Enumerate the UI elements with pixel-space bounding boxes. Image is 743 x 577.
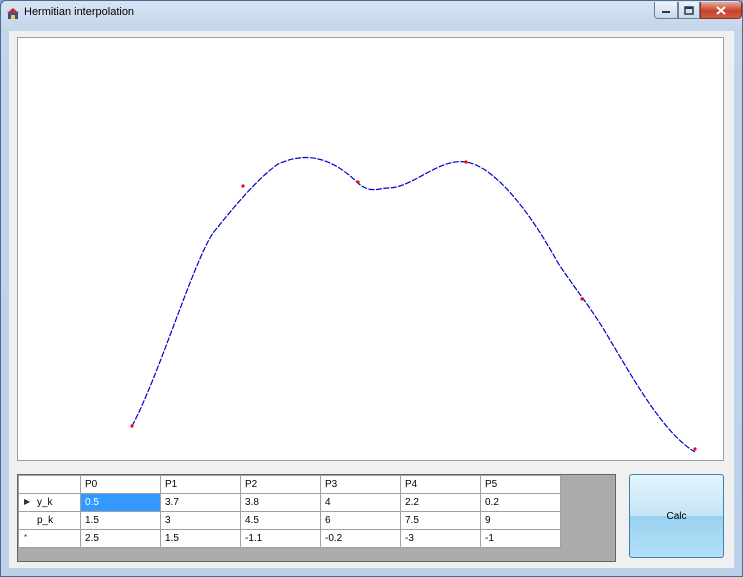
table-cell[interactable]: 6 — [320, 511, 401, 530]
column-header[interactable]: P1 — [160, 475, 241, 494]
table-row: p_k 1.5 3 4.5 6 7.5 9 — [18, 511, 561, 530]
column-header[interactable]: P0 — [80, 475, 161, 494]
corner-header — [18, 475, 81, 494]
column-header[interactable]: P2 — [240, 475, 321, 494]
table-cell[interactable]: 1.5 — [80, 511, 161, 530]
maximize-icon — [684, 5, 694, 15]
table-cell[interactable]: 3 — [160, 511, 241, 530]
plot-area — [17, 37, 724, 461]
column-header[interactable]: P5 — [480, 475, 561, 494]
window-title: Hermitian interpolation — [24, 6, 135, 18]
control-point — [693, 447, 697, 451]
table-cell[interactable]: 4.5 — [240, 511, 321, 530]
maximize-button[interactable] — [678, 2, 700, 19]
main-window: Hermitian interpolation P0 P1 P2 P3 P4 P… — [0, 0, 743, 577]
control-point — [241, 184, 245, 188]
column-header[interactable]: P4 — [400, 475, 481, 494]
table-cell[interactable]: -1.1 — [240, 529, 321, 548]
table-cell[interactable]: 0.5 — [80, 493, 161, 512]
control-point — [464, 160, 468, 164]
close-button[interactable] — [700, 2, 742, 19]
control-point — [130, 424, 134, 428]
calc-button[interactable]: Calc — [629, 474, 724, 558]
header-row: P0 P1 P2 P3 P4 P5 — [18, 475, 561, 494]
table-cell[interactable]: 1.5 — [160, 529, 241, 548]
control-point — [356, 180, 360, 184]
client-area: P0 P1 P2 P3 P4 P5 ▶ y_k 0.5 3.7 3.8 4 2.… — [9, 31, 734, 568]
row-header[interactable]: * — [18, 529, 81, 548]
app-icon — [7, 8, 19, 19]
new-row-asterisk-icon: * — [24, 533, 28, 542]
table-cell[interactable]: -3 — [400, 529, 481, 548]
control-point — [580, 297, 584, 301]
table-cell[interactable]: 0.2 — [480, 493, 561, 512]
table-cell[interactable]: 2.5 — [80, 529, 161, 548]
table-cell[interactable]: 9 — [480, 511, 561, 530]
row-label: y_k — [37, 497, 53, 508]
interpolation-curve-plot — [130, 156, 697, 453]
table-row: * 2.5 1.5 -1.1 -0.2 -3 -1 — [18, 529, 561, 548]
minimize-button[interactable] — [654, 2, 678, 19]
table-cell[interactable]: -1 — [480, 529, 561, 548]
close-icon — [716, 5, 726, 15]
data-table: P0 P1 P2 P3 P4 P5 ▶ y_k 0.5 3.7 3.8 4 2.… — [18, 475, 561, 548]
column-header[interactable]: P3 — [320, 475, 401, 494]
row-header[interactable]: p_k — [18, 511, 81, 530]
hermite-curve — [131, 156, 696, 453]
minimize-icon — [662, 11, 670, 13]
row-label: p_k — [37, 515, 54, 526]
table-row: ▶ y_k 0.5 3.7 3.8 4 2.2 0.2 — [18, 493, 561, 512]
table-cell[interactable]: 2.2 — [400, 493, 481, 512]
table-cell[interactable]: 7.5 — [400, 511, 481, 530]
row-header[interactable]: ▶ y_k — [18, 493, 81, 512]
table-cell[interactable]: 4 — [320, 493, 401, 512]
table-cell[interactable]: -0.2 — [320, 529, 401, 548]
table-cell[interactable]: 3.7 — [160, 493, 241, 512]
title-bar[interactable]: Hermitian interpolation — [1, 1, 742, 25]
current-row-arrow-icon: ▶ — [24, 497, 31, 506]
table-cell[interactable]: 3.8 — [240, 493, 321, 512]
data-grid[interactable]: P0 P1 P2 P3 P4 P5 ▶ y_k 0.5 3.7 3.8 4 2.… — [17, 474, 616, 562]
